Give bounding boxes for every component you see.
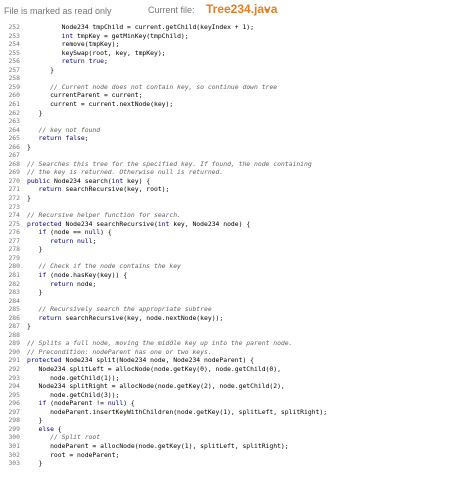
code-line[interactable]: 303 }	[0, 459, 474, 468]
current-file-label: Current file:	[148, 5, 195, 15]
readonly-notice: File is marked as read only	[4, 6, 112, 16]
code-editor[interactable]: 252 Node234 tmpChild = current.getChild(…	[0, 23, 474, 480]
top-bar: File is marked as read only Current file…	[0, 0, 474, 22]
chevron-down-icon[interactable]	[264, 9, 270, 13]
line-number: 303	[8, 459, 20, 468]
code-text: }	[27, 459, 43, 468]
